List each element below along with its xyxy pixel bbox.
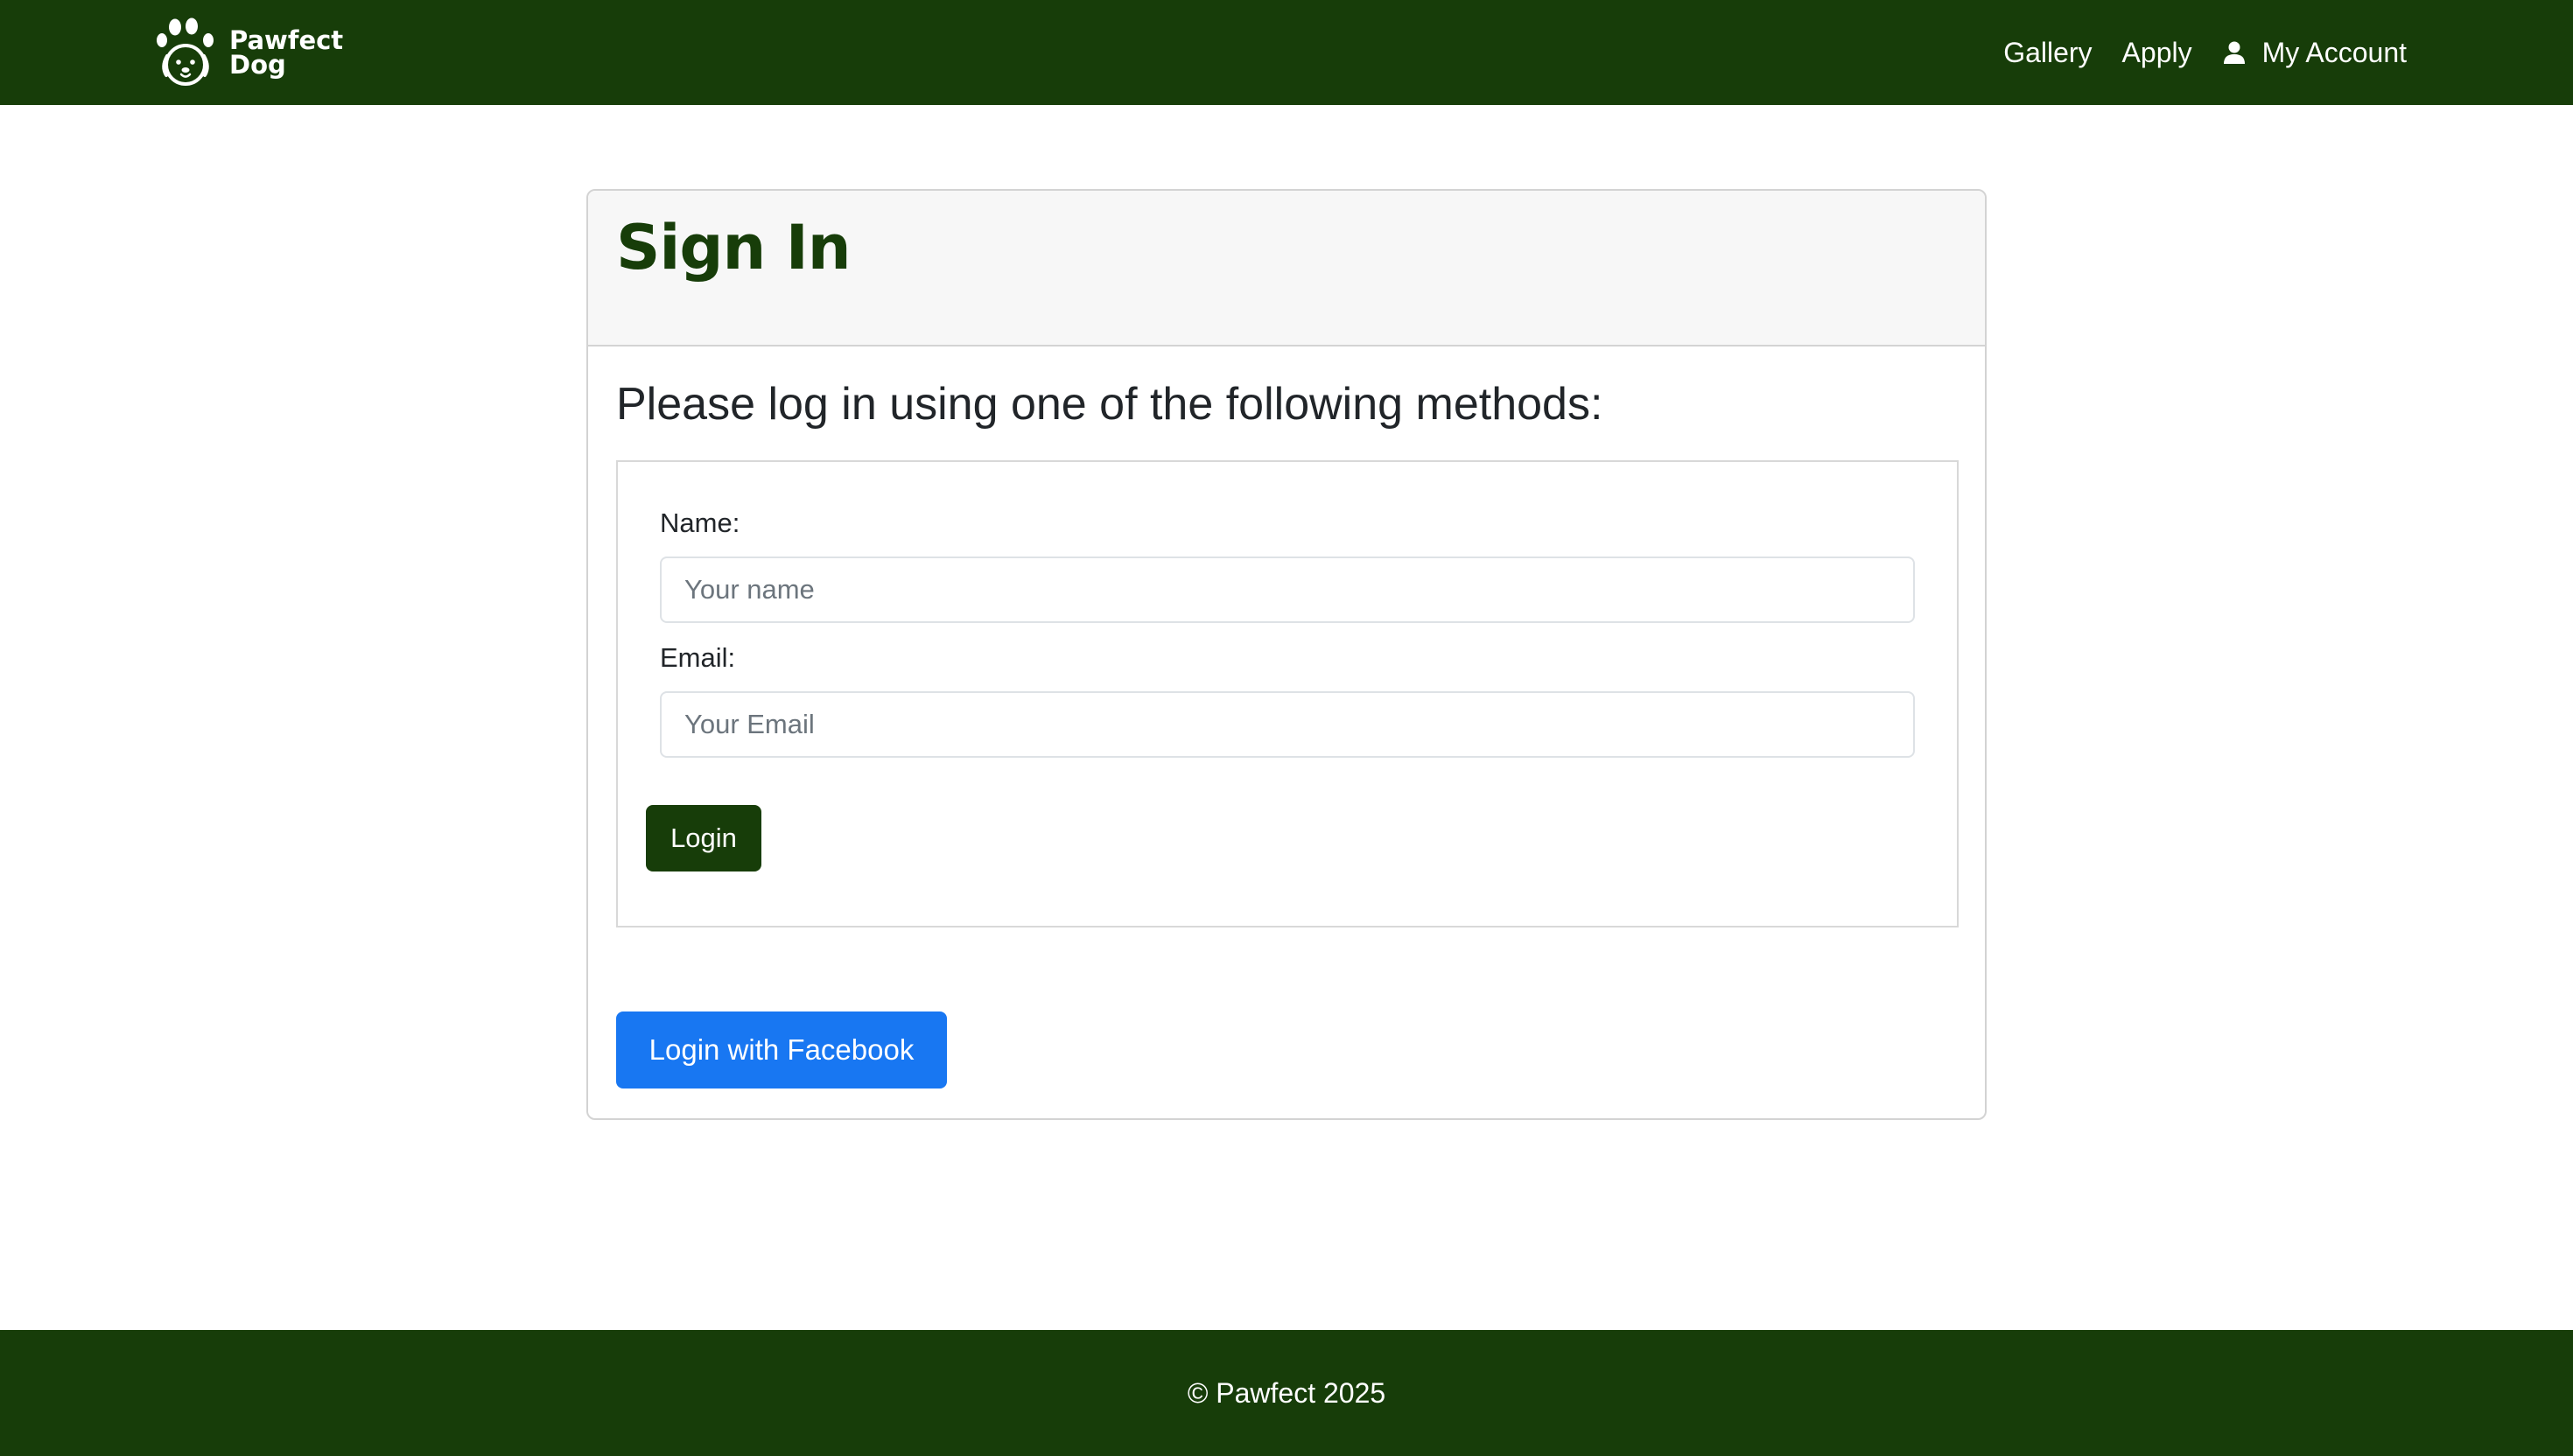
page-title: Sign In [616,212,852,284]
copyright-text: © Pawfect 2025 [1187,1376,1386,1409]
email-input[interactable] [660,691,1915,758]
brand-name-line2: Dog [229,50,286,80]
footer: © Pawfect 2025 [0,1330,2573,1456]
login-form: Name: Email: Login [616,460,1959,928]
login-button[interactable]: Login [646,805,761,872]
nav-link-gallery[interactable]: Gallery [2003,37,2092,69]
card-header: Sign In [588,191,1985,346]
navbar: Pawfect Dog Gallery Apply My Account [0,0,2573,105]
name-input[interactable] [660,556,1915,623]
user-icon [2223,41,2245,64]
nav-link-apply[interactable]: Apply [2122,37,2192,69]
nav-link-gallery-label: Gallery [2003,36,2093,68]
nav-link-my-account-label: My Account [2261,36,2407,68]
sign-in-card: Sign In Please log in using one of the f… [586,189,1987,1120]
email-label: Email: [660,642,736,673]
facebook-login-button[interactable]: Login with Facebook [616,1012,947,1088]
name-label: Name: [660,508,740,538]
nav-link-apply-label: Apply [2121,36,2192,68]
paw-dog-icon [157,18,214,86]
nav-link-my-account[interactable]: My Account [2222,37,2407,69]
brand-link[interactable]: Pawfect Dog [154,18,343,88]
nav-links: Gallery Apply My Account [1974,0,2407,105]
card-body: Please log in using one of the following… [588,376,1985,1088]
brand-name-line1: Pawfect [229,25,344,55]
brand-name: Pawfect Dog [229,25,344,80]
login-instructions: Please log in using one of the following… [616,379,1603,430]
page: Pawfect Dog Gallery Apply My Account Sig… [0,0,2573,1456]
